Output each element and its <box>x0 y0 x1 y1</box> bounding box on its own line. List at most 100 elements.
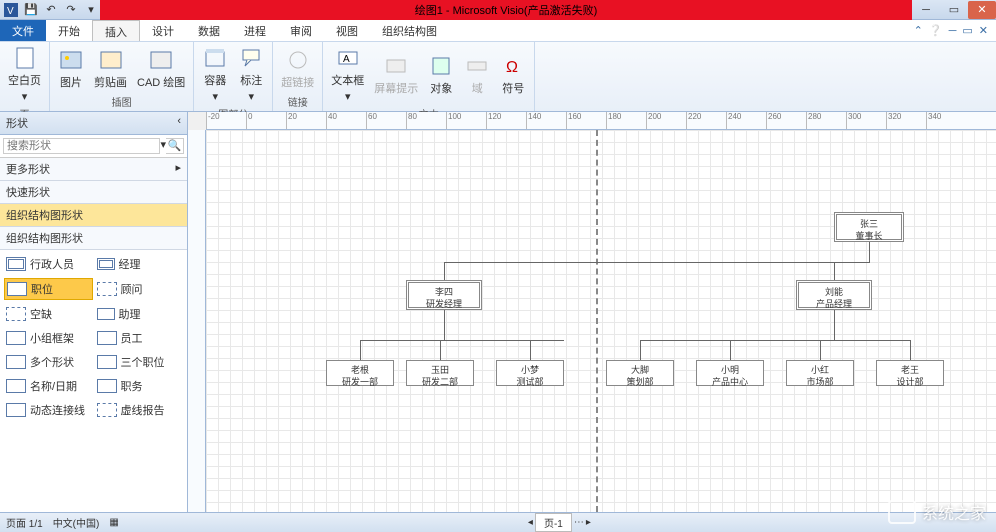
shape-icon <box>97 379 117 393</box>
ribbon-minimize-icon[interactable]: ⌃ <box>914 24 923 37</box>
shape-label: 顾问 <box>121 281 143 297</box>
page-tab-prev-icon[interactable]: ◂ <box>528 517 533 528</box>
org-node[interactable]: 大脚策划部 <box>606 360 674 386</box>
shape-label: 职务 <box>121 378 143 394</box>
blank-page-button[interactable]: 空白页▾ <box>4 44 45 105</box>
drawing-canvas[interactable]: -200204060801001201401601802002202402602… <box>188 112 996 512</box>
org-node[interactable]: 小梦测试部 <box>496 360 564 386</box>
shape-stencil-item[interactable]: 行政人员 <box>4 254 93 274</box>
tab-process[interactable]: 进程 <box>232 20 278 41</box>
maximize-button[interactable]: ▭ <box>940 1 968 19</box>
qat-undo-icon[interactable]: ↶ <box>42 2 60 18</box>
org-node[interactable]: 张三董事长 <box>834 212 904 242</box>
container-button[interactable]: 容器▾ <box>198 44 232 105</box>
textbox-button[interactable]: A文本框▾ <box>327 44 368 105</box>
page-tab-next-icon[interactable]: ▸ <box>586 517 591 528</box>
field-button: 域 <box>460 44 494 105</box>
search-go-icon[interactable]: 🔍 <box>166 138 184 154</box>
org-node[interactable]: 小红市场部 <box>786 360 854 386</box>
shape-icon <box>6 355 26 369</box>
qat-customize-icon[interactable]: ▾ <box>82 2 100 18</box>
shape-stencil-item[interactable]: 经理 <box>95 254 184 274</box>
qat-save-icon[interactable]: 💾 <box>22 2 40 18</box>
help-icon[interactable]: ❔ <box>929 24 943 37</box>
shape-icon <box>97 355 117 369</box>
symbol-button[interactable]: Ω符号 <box>496 44 530 105</box>
language-indicator[interactable]: 中文(中国) <box>53 515 100 530</box>
shapes-collapse-icon[interactable]: ‹ <box>177 115 181 131</box>
connector-line <box>820 340 821 360</box>
shape-icon <box>6 403 26 417</box>
shape-stencil-item[interactable]: 员工 <box>95 328 184 348</box>
page-tab[interactable]: 页-1 <box>535 513 572 532</box>
org-node[interactable]: 玉田研发二部 <box>406 360 474 386</box>
doc-restore-icon[interactable]: ▭ <box>962 24 972 37</box>
title-bar: V 💾 ↶ ↷ ▾ 绘图1 - Microsoft Visio(产品激活失败) … <box>0 0 996 20</box>
visio-app-icon[interactable]: V <box>2 2 20 18</box>
shape-icon <box>6 379 26 393</box>
minimize-button[interactable]: ─ <box>912 1 940 19</box>
ribbon: 空白页▾ 页 图片 剪贴画 CAD 绘图 插图 容器▾ 标注▾ 图部分 超链接 … <box>0 42 996 112</box>
group-link-label: 链接 <box>277 93 318 109</box>
tab-file[interactable]: 文件 <box>0 20 46 41</box>
callout-button[interactable]: 标注▾ <box>234 44 268 105</box>
tab-home[interactable]: 开始 <box>46 20 92 41</box>
hyperlink-button: 超链接 <box>277 44 318 93</box>
close-button[interactable]: ✕ <box>968 1 996 19</box>
shape-stencil-item[interactable]: 名称/日期 <box>4 376 93 396</box>
page-indicator[interactable]: 页面 1/1 <box>6 515 43 530</box>
qat-redo-icon[interactable]: ↷ <box>62 2 80 18</box>
shape-stencil-item[interactable]: 顾问 <box>95 278 184 300</box>
shape-stencil-item[interactable]: 三个职位 <box>95 352 184 372</box>
shape-stencil-item[interactable]: 多个形状 <box>4 352 93 372</box>
shape-label: 空缺 <box>30 306 52 322</box>
org-node[interactable]: 老根研发一部 <box>326 360 394 386</box>
tab-insert[interactable]: 插入 <box>92 20 140 41</box>
connector-line <box>640 340 641 360</box>
connector-line <box>444 262 445 280</box>
tab-orgchart[interactable]: 组织结构图 <box>370 20 449 41</box>
shape-label: 名称/日期 <box>30 378 77 394</box>
connector-line <box>834 310 835 340</box>
doc-min-icon[interactable]: ─ <box>949 25 957 37</box>
shape-icon <box>97 403 117 417</box>
shape-stencil-item[interactable]: 助理 <box>95 304 184 324</box>
macro-icon[interactable]: ▦ <box>109 517 118 528</box>
shape-stencil-item[interactable]: 动态连接线 <box>4 400 93 420</box>
shape-stencil-item[interactable]: 职位 <box>4 278 93 300</box>
shapes-cat-more[interactable]: 更多形状▸ <box>0 158 187 181</box>
shape-stencil-item[interactable]: 职务 <box>95 376 184 396</box>
shape-label: 小组框架 <box>30 330 74 346</box>
svg-text:V: V <box>7 6 14 17</box>
object-button[interactable]: 对象 <box>424 44 458 105</box>
cad-button[interactable]: CAD 绘图 <box>133 44 189 93</box>
shape-label: 虚线报告 <box>121 402 165 418</box>
org-node[interactable]: 刘能产品经理 <box>796 280 872 310</box>
shape-icon <box>97 282 117 296</box>
tab-data[interactable]: 数据 <box>186 20 232 41</box>
tab-view[interactable]: 视图 <box>324 20 370 41</box>
shape-label: 行政人员 <box>30 256 74 272</box>
shape-stencil-item[interactable]: 小组框架 <box>4 328 93 348</box>
connector-line <box>360 340 361 360</box>
org-node[interactable]: 老王设计部 <box>876 360 944 386</box>
doc-close-icon[interactable]: ✕ <box>979 24 988 37</box>
org-node[interactable]: 小明产品中心 <box>696 360 764 386</box>
shape-stencil-item[interactable]: 空缺 <box>4 304 93 324</box>
drawing-page[interactable]: 张三董事长李四研发经理刘能产品经理老根研发一部玉田研发二部小梦测试部大脚策划部小… <box>206 130 996 512</box>
tab-design[interactable]: 设计 <box>140 20 186 41</box>
shapes-cat-orgchart[interactable]: 组织结构图形状 <box>0 204 187 227</box>
shape-icon <box>97 308 115 320</box>
shape-icon <box>7 282 27 296</box>
search-shapes-input[interactable] <box>3 138 160 154</box>
org-node[interactable]: 李四研发经理 <box>406 280 482 310</box>
clipart-button[interactable]: 剪贴画 <box>90 44 131 93</box>
shape-icon <box>97 331 117 345</box>
picture-button[interactable]: 图片 <box>54 44 88 93</box>
shape-stencil-item[interactable]: 虚线报告 <box>95 400 184 420</box>
shapes-title: 形状 <box>6 115 28 131</box>
shapes-cat-quick[interactable]: 快速形状 <box>0 181 187 204</box>
page-tab-add-icon[interactable]: ⋯ <box>574 517 584 528</box>
shapes-cat-orgchart2[interactable]: 组织结构图形状 <box>0 227 187 250</box>
tab-review[interactable]: 审阅 <box>278 20 324 41</box>
